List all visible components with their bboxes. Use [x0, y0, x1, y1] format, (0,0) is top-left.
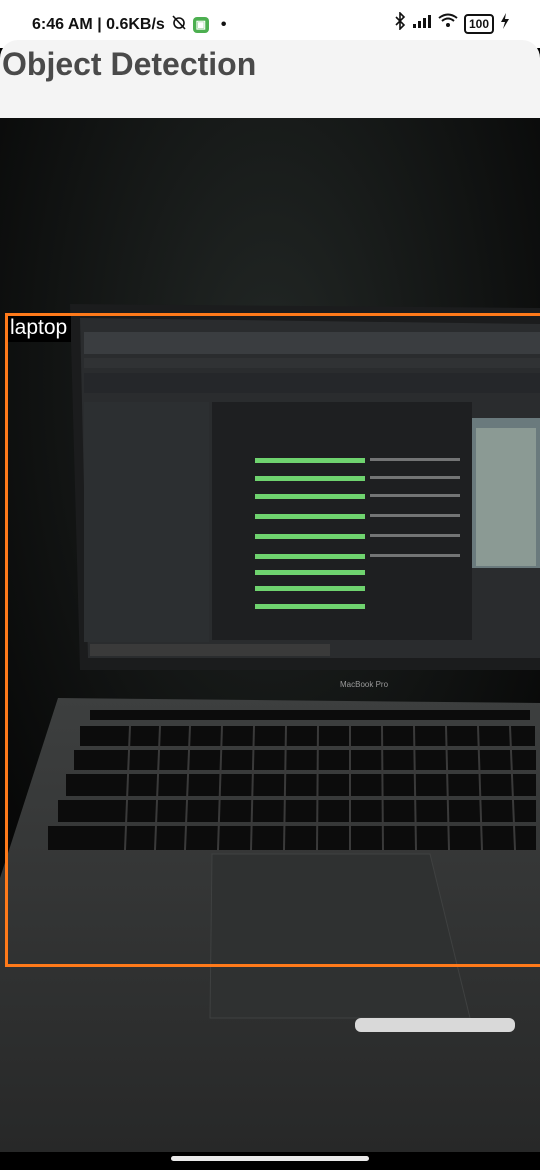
- wifi-icon: [438, 13, 458, 34]
- detection-label: laptop: [8, 316, 72, 342]
- status-left: 6:46 AM | 0.6KB/s ▣ •: [32, 14, 226, 35]
- status-dot: •: [220, 15, 227, 33]
- camera-preview: MacBook Pro laptop: [0, 118, 540, 1152]
- gesture-nav-handle[interactable]: [171, 1156, 369, 1161]
- bluetooth-icon: [394, 11, 406, 35]
- page-title: Object Detection: [2, 46, 257, 82]
- status-time: 6:46 AM | 0.6KB/s: [32, 15, 165, 33]
- alarm-off-icon: [171, 14, 187, 35]
- detection-box[interactable]: laptop: [5, 313, 540, 967]
- app-notification-icon: ▣: [192, 16, 209, 33]
- battery-icon: 100: [463, 13, 494, 34]
- status-right: 100: [394, 11, 510, 35]
- charging-icon: [500, 13, 510, 34]
- app-header: Object Detection: [0, 40, 540, 118]
- signal-icon: [412, 13, 432, 34]
